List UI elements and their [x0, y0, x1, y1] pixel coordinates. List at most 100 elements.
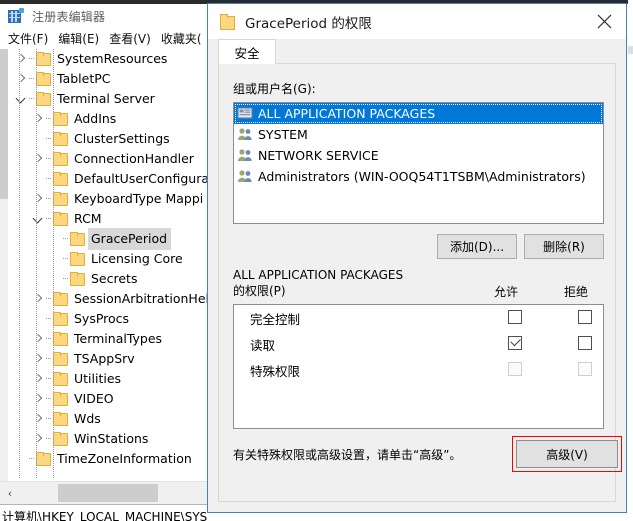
tree-connector — [28, 89, 36, 109]
tree-node[interactable]: DefaultUserConfigurat — [8, 169, 208, 189]
chevron-right-icon[interactable] — [31, 349, 45, 369]
folder-icon — [36, 72, 52, 86]
dialog-titlebar[interactable]: GracePeriod 的权限 — [208, 4, 626, 39]
permissions-for-principal: ALL APPLICATION PACKAGES — [233, 268, 404, 282]
permissions-for-suffix: 的权限(P) — [233, 284, 286, 298]
advanced-button-highlight: 高级(V) — [512, 436, 622, 472]
permission-deny-checkbox — [578, 362, 592, 376]
chevron-down-icon[interactable] — [31, 209, 45, 229]
tree-node[interactable]: VIDEO — [8, 389, 208, 409]
folder-icon — [53, 312, 69, 326]
tree-vertical-scrollbar[interactable] — [0, 49, 8, 481]
chevron-down-icon[interactable] — [14, 89, 28, 109]
tree-node[interactable]: Terminal Server — [8, 89, 208, 109]
tree-connector — [45, 129, 53, 149]
tree-node[interactable]: Utilities — [8, 369, 208, 389]
chevron-right-icon[interactable] — [14, 69, 28, 89]
chevron-right-icon[interactable] — [31, 189, 45, 209]
list-item[interactable]: ALL APPLICATION PACKAGES — [234, 103, 603, 124]
advanced-button[interactable]: 高级(V) — [516, 440, 618, 468]
tree-node[interactable]: TerminalTypes — [8, 329, 208, 349]
tree-node[interactable]: GracePeriod — [8, 228, 208, 250]
tree-node-label: SysProcs — [74, 311, 130, 326]
tree-node[interactable]: SessionArbitrationHelp — [8, 289, 208, 309]
list-item-label: SYSTEM — [258, 127, 308, 142]
chevron-right-icon[interactable] — [31, 409, 45, 429]
tree-node[interactable]: TSAppSrv — [8, 349, 208, 369]
permission-row: 读取 — [234, 331, 603, 357]
tree-node-label: RCM — [74, 211, 102, 226]
chevron-right-icon[interactable] — [31, 109, 45, 129]
registry-tree[interactable]: SystemResources TabletPC Terminal Server Ad… — [8, 49, 208, 479]
permission-name: 读取 — [250, 338, 276, 353]
menu-item-file[interactable]: 文件(F) — [8, 30, 48, 47]
chevron-right-icon[interactable] — [31, 389, 45, 409]
tree-node-label: DefaultUserConfigurat — [74, 171, 208, 186]
remove-button[interactable]: 删除(R) — [524, 234, 604, 259]
tree-node[interactable]: KeyboardType Mappi — [8, 189, 208, 209]
tree-node[interactable]: SysProcs — [8, 309, 208, 329]
group-or-user-names-list[interactable]: ALL APPLICATION PACKAGES SYSTEM NETWORK SE… — [233, 102, 604, 224]
tree-node-label: SessionArbitrationHelp — [74, 291, 208, 306]
tree-node[interactable]: ConnectionHandler — [8, 149, 208, 169]
folder-icon — [36, 52, 52, 66]
list-item[interactable]: Administrators (WIN-OOQ54T1TSBM\Administ… — [234, 166, 603, 187]
chevron-right-icon[interactable] — [31, 429, 45, 449]
permission-allow-checkbox[interactable] — [508, 335, 522, 350]
close-icon[interactable] — [582, 4, 626, 38]
tree-node[interactable]: WinStations — [8, 429, 208, 449]
chevron-right-icon[interactable] — [14, 49, 28, 69]
tab-security[interactable]: 安全 — [218, 39, 276, 64]
chevron-right-icon[interactable] — [31, 369, 45, 389]
menu-item-favorites[interactable]: 收藏夹( — [161, 30, 202, 47]
tree-node[interactable]: RCM — [8, 209, 208, 229]
scroll-left-icon[interactable]: ‹ — [0, 482, 20, 504]
tree-node[interactable]: Secrets — [8, 269, 208, 289]
tree-node-spacer — [48, 269, 62, 289]
folder-icon — [53, 352, 69, 366]
tree-node-spacer — [31, 309, 45, 329]
users-group-icon — [237, 169, 254, 184]
tree-vertical-scrollbar-thumb[interactable] — [0, 49, 8, 199]
checkmark-icon — [510, 335, 521, 347]
tree-node-label: TSAppSrv — [74, 351, 135, 366]
list-item[interactable]: SYSTEM — [234, 124, 603, 145]
tree-node-label: Wds — [74, 411, 101, 426]
menu-item-edit[interactable]: 编辑(E) — [58, 30, 99, 47]
tree-guide-line — [36, 49, 37, 479]
list-item[interactable]: NETWORK SERVICE — [234, 145, 603, 166]
tree-node[interactable]: Wds — [8, 409, 208, 429]
tree-node[interactable]: SystemResources — [8, 49, 208, 69]
tree-node[interactable]: ClusterSettings — [8, 129, 208, 149]
tree-node[interactable]: TimeZoneInformation — [8, 449, 208, 469]
chevron-right-icon[interactable] — [31, 329, 45, 349]
users-group-icon — [237, 127, 254, 142]
tree-node[interactable]: Licensing Core — [8, 249, 208, 269]
tree-horizontal-scrollbar[interactable]: ‹ — [0, 481, 208, 504]
tree-node[interactable]: TabletPC — [8, 69, 208, 89]
tree-connector — [28, 449, 36, 469]
users-group-icon — [237, 148, 254, 163]
tree-horizontal-scrollbar-thumb[interactable] — [58, 484, 158, 502]
tree-connector — [28, 49, 36, 69]
menu-item-view[interactable]: 查看(V) — [109, 30, 151, 47]
tree-node-label: Secrets — [91, 271, 138, 286]
permission-name: 完全控制 — [250, 312, 301, 327]
add-button[interactable]: 添加(D)... — [437, 234, 517, 259]
tree-connector — [62, 229, 70, 249]
permission-allow-checkbox[interactable] — [508, 310, 522, 324]
column-header-deny: 拒绝 — [563, 285, 588, 299]
tree-node-label: WinStations — [74, 431, 149, 446]
permission-deny-checkbox[interactable] — [578, 336, 592, 350]
permissions-for-label: ALL APPLICATION PACKAGES 的权限(P) — [233, 267, 483, 299]
chevron-right-icon[interactable] — [31, 289, 45, 309]
tree-node[interactable]: AddIns — [8, 109, 208, 129]
chevron-right-icon[interactable] — [31, 149, 45, 169]
folder-icon — [53, 112, 69, 126]
permission-row: 完全控制 — [234, 305, 603, 331]
list-item-label: ALL APPLICATION PACKAGES — [258, 106, 436, 121]
permission-deny-checkbox[interactable] — [578, 310, 592, 324]
tree-node-label: Licensing Core — [91, 251, 183, 266]
tree-node-label: VIDEO — [74, 391, 114, 406]
permissions-list[interactable]: 完全控制 读取 特殊权限 — [233, 304, 604, 429]
